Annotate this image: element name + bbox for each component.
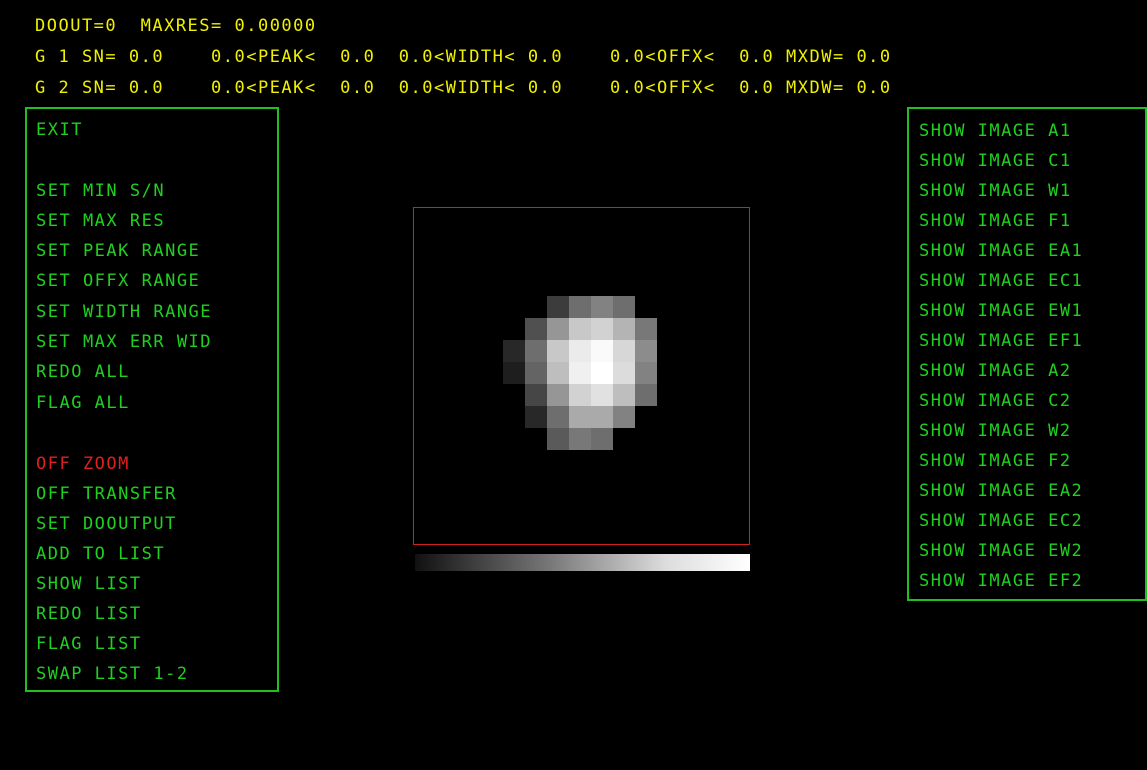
image-pixel <box>591 428 613 450</box>
image-pixel <box>591 318 613 340</box>
image-pixel <box>525 340 547 362</box>
image-pixel <box>525 384 547 406</box>
menu-item-off-transfer[interactable]: OFF TRANSFER <box>36 484 177 504</box>
menu-item-show-image-ef2[interactable]: SHOW IMAGE EF2 <box>919 571 1083 591</box>
image-pixel <box>547 296 569 318</box>
image-pixel <box>569 362 591 384</box>
image-pixel <box>547 318 569 340</box>
image-pixel <box>525 406 547 428</box>
image-pixel <box>613 296 635 318</box>
left-menu: EXIT SET MIN S/N SET MAX RES SET PEAK RA… <box>25 107 279 692</box>
menu-item-show-image-w1[interactable]: SHOW IMAGE W1 <box>919 181 1072 201</box>
right-menu: SHOW IMAGE A1 SHOW IMAGE C1 SHOW IMAGE W… <box>907 107 1147 601</box>
image-pixel <box>569 318 591 340</box>
grayscale-colorbar <box>415 554 750 571</box>
image-pixel <box>569 384 591 406</box>
menu-item-show-image-a1[interactable]: SHOW IMAGE A1 <box>919 121 1072 141</box>
image-pixel <box>547 340 569 362</box>
image-pixel <box>525 362 547 384</box>
image-pixel <box>613 318 635 340</box>
image-pixel <box>591 340 613 362</box>
menu-item-set-width-range[interactable]: SET WIDTH RANGE <box>36 302 212 322</box>
menu-item-show-image-ec2[interactable]: SHOW IMAGE EC2 <box>919 511 1083 531</box>
menu-item-show-image-w2[interactable]: SHOW IMAGE W2 <box>919 421 1072 441</box>
menu-item-flag-list[interactable]: FLAG LIST <box>36 634 142 654</box>
image-pixel <box>569 340 591 362</box>
menu-item-show-image-ea2[interactable]: SHOW IMAGE EA2 <box>919 481 1083 501</box>
image-pixel <box>635 362 657 384</box>
header-line-1: DOOUT=0 MAXRES= 0.00000 <box>35 16 317 36</box>
menu-item-show-image-f2[interactable]: SHOW IMAGE F2 <box>919 451 1072 471</box>
image-pixel <box>613 406 635 428</box>
image-pixel <box>547 428 569 450</box>
menu-item-exit[interactable]: EXIT <box>36 120 83 140</box>
menu-item-show-image-ew1[interactable]: SHOW IMAGE EW1 <box>919 301 1083 321</box>
menu-item-set-offx-range[interactable]: SET OFFX RANGE <box>36 271 200 291</box>
image-pixel <box>635 340 657 362</box>
menu-item-redo-all[interactable]: REDO ALL <box>36 362 130 382</box>
image-pixel <box>613 384 635 406</box>
menu-item-show-image-a2[interactable]: SHOW IMAGE A2 <box>919 361 1072 381</box>
menu-item-set-max-err-wid[interactable]: SET MAX ERR WID <box>36 332 212 352</box>
menu-item-show-image-c1[interactable]: SHOW IMAGE C1 <box>919 151 1072 171</box>
image-pixel <box>613 362 635 384</box>
menu-item-show-image-ef1[interactable]: SHOW IMAGE EF1 <box>919 331 1083 351</box>
image-pixel <box>547 384 569 406</box>
image-pixel <box>503 362 525 384</box>
menu-item-show-image-ec1[interactable]: SHOW IMAGE EC1 <box>919 271 1083 291</box>
image-pixel <box>547 406 569 428</box>
menu-item-show-list[interactable]: SHOW LIST <box>36 574 142 594</box>
menu-item-set-peak-range[interactable]: SET PEAK RANGE <box>36 241 200 261</box>
header-line-3: G 2 SN= 0.0 0.0<PEAK< 0.0 0.0<WIDTH< 0.0… <box>35 78 892 98</box>
image-pixel <box>613 340 635 362</box>
image-pixel <box>569 428 591 450</box>
menu-item-redo-list[interactable]: REDO LIST <box>36 604 142 624</box>
menu-item-show-image-ea1[interactable]: SHOW IMAGE EA1 <box>919 241 1083 261</box>
image-pixel <box>591 296 613 318</box>
menu-item-set-dooutput[interactable]: SET DOOUTPUT <box>36 514 177 534</box>
zoom-image-panel[interactable] <box>413 207 750 545</box>
menu-item-off-zoom[interactable]: OFF ZOOM <box>36 454 130 474</box>
menu-item-show-image-c2[interactable]: SHOW IMAGE C2 <box>919 391 1072 411</box>
menu-item-set-max-res[interactable]: SET MAX RES <box>36 211 165 231</box>
image-pixel <box>569 296 591 318</box>
image-pixel <box>635 318 657 340</box>
menu-item-flag-all[interactable]: FLAG ALL <box>36 393 130 413</box>
image-pixel <box>569 406 591 428</box>
menu-item-show-image-ew2[interactable]: SHOW IMAGE EW2 <box>919 541 1083 561</box>
image-pixel <box>591 384 613 406</box>
header-line-2: G 1 SN= 0.0 0.0<PEAK< 0.0 0.0<WIDTH< 0.0… <box>35 47 892 67</box>
image-pixel <box>547 362 569 384</box>
zoomed-pixel-image <box>503 296 657 450</box>
image-pixel <box>591 406 613 428</box>
image-pixel <box>591 362 613 384</box>
image-pixel <box>635 384 657 406</box>
menu-item-set-min-sn[interactable]: SET MIN S/N <box>36 181 165 201</box>
menu-item-show-image-f1[interactable]: SHOW IMAGE F1 <box>919 211 1072 231</box>
menu-item-swap-list[interactable]: SWAP LIST 1-2 <box>36 664 189 684</box>
image-pixel <box>525 318 547 340</box>
menu-item-add-to-list[interactable]: ADD TO LIST <box>36 544 165 564</box>
image-pixel <box>503 340 525 362</box>
